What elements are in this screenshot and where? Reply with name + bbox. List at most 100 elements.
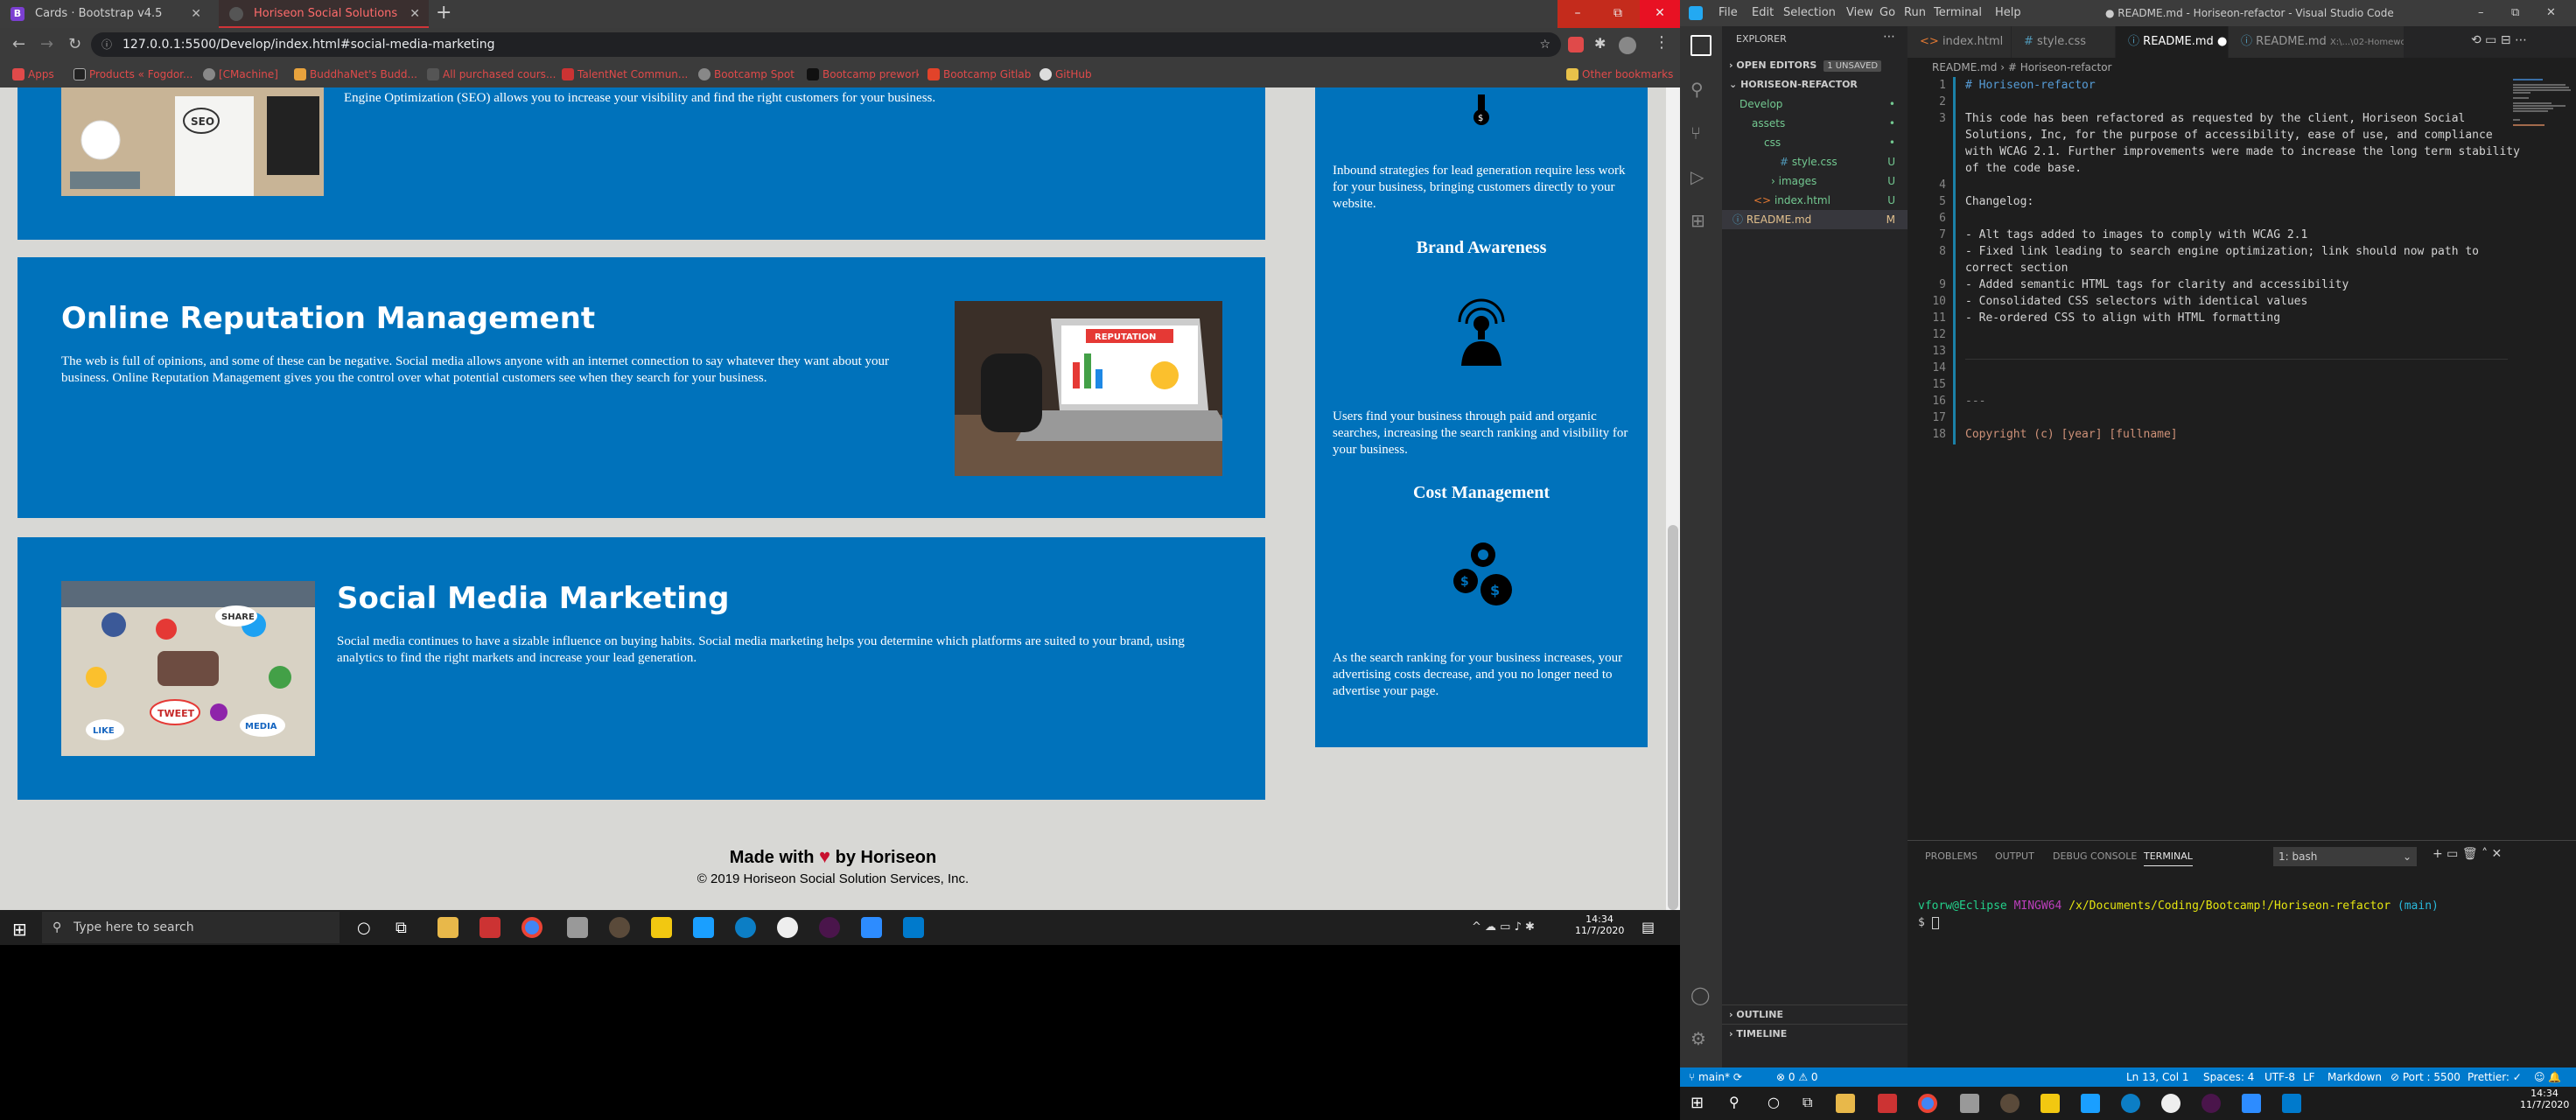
profile-avatar[interactable] <box>1619 37 1636 54</box>
close-tab-icon[interactable]: ✕ <box>410 0 420 26</box>
file-explorer-icon[interactable] <box>1836 1094 1855 1113</box>
tree-item-readme[interactable]: ⓘ README.md M <box>1722 210 1908 229</box>
breadcrumb[interactable]: README.md › # Horiseon-refactor <box>1908 58 2576 77</box>
search-icon[interactable]: ⚲ <box>1690 79 1712 100</box>
extensions-icon[interactable]: ⊞ <box>1690 210 1712 231</box>
vscode-close-button[interactable]: ✕ <box>2546 0 2556 26</box>
new-tab-button[interactable]: + <box>436 2 452 24</box>
panel-tab-terminal[interactable]: TERMINAL <box>2144 847 2193 866</box>
tab-readme-active[interactable]: ⓘ README.md ● <box>2116 26 2228 58</box>
status-cursor-position[interactable]: Ln 13, Col 1 <box>2126 1068 2189 1087</box>
code-editor[interactable]: # Horiseon-refactor This code has been r… <box>1965 77 2520 847</box>
bookmark-item[interactable]: GitHub <box>1038 61 1108 88</box>
tab-readme-homework[interactable]: ⓘ README.md X:\...\02-Homework <box>2229 26 2404 58</box>
address-bar[interactable]: ⓘ 127.0.0.1:5500/Develop/index.html#soci… <box>91 32 1561 57</box>
bookmark-item[interactable]: BuddhaNet's Budd... <box>292 61 424 88</box>
windows-start-icon[interactable]: ⊞ <box>12 919 27 940</box>
open-editors-header[interactable]: › OPEN EDITORS 1 UNSAVED <box>1722 56 1908 75</box>
steam-icon[interactable] <box>693 917 714 938</box>
cortana-icon[interactable]: ○ <box>357 919 371 937</box>
maximize-button[interactable]: ⧉ <box>1598 0 1638 28</box>
steam-icon[interactable] <box>2081 1094 2100 1113</box>
panel-tab-output[interactable]: OUTPUT <box>1995 847 2034 866</box>
explorer-icon[interactable] <box>1690 35 1712 56</box>
outline-header[interactable]: › OUTLINE <box>1722 1004 1908 1024</box>
bookmark-item[interactable]: Bootcamp Spot <box>696 61 802 88</box>
file-explorer-icon[interactable] <box>438 917 458 938</box>
taskbar-clock-secondary[interactable]: 14:34 11/7/2020 <box>2520 1088 2569 1110</box>
project-header[interactable]: ⌄ HORISEON-REFACTOR <box>1722 75 1908 94</box>
tree-item-assets[interactable]: assets • <box>1722 114 1908 133</box>
taskbar-app-icon[interactable] <box>609 917 630 938</box>
timeline-header[interactable]: › TIMELINE <box>1722 1024 1908 1043</box>
cortana-icon[interactable]: ○ <box>1768 1094 1780 1110</box>
status-problems[interactable]: ⊗ 0 ⚠ 0 <box>1776 1068 1818 1087</box>
tab-index-html[interactable]: <> index.html <box>1908 26 2011 58</box>
bookmark-item[interactable]: Bootcamp prework <box>805 61 919 88</box>
forward-icon[interactable]: → <box>40 35 53 53</box>
status-encoding[interactable]: UTF-8 <box>2264 1068 2295 1087</box>
vscode-restore-button[interactable]: ⧉ <box>2511 0 2519 26</box>
taskbar-search-box[interactable]: ⚲ Type here to search <box>42 912 340 943</box>
status-prettier[interactable]: Prettier: ✓ <box>2468 1068 2522 1087</box>
task-view-icon[interactable]: ⧉ <box>1802 1094 1812 1111</box>
vscode-taskbar-icon[interactable] <box>903 917 924 938</box>
minimap[interactable] <box>2510 77 2576 847</box>
bookmark-star-icon[interactable]: ☆ <box>1539 32 1550 57</box>
panel-tab-debug-console[interactable]: DEBUG CONSOLE <box>2053 847 2137 866</box>
bookmark-item[interactable]: All purchased cours... <box>425 61 556 88</box>
taskbar-app-icon[interactable] <box>2000 1094 2020 1113</box>
scrollbar-thumb[interactable] <box>1668 525 1678 910</box>
panel-tab-problems[interactable]: PROBLEMS <box>1925 847 1978 866</box>
back-icon[interactable]: ← <box>12 35 25 53</box>
menu-edit[interactable]: Edit <box>1752 0 1774 26</box>
close-window-button[interactable]: ✕ <box>1640 0 1680 28</box>
tree-item-develop[interactable]: Develop • <box>1722 94 1908 114</box>
extensions-puzzle-icon[interactable]: ✱ <box>1594 35 1606 52</box>
other-bookmarks[interactable]: Other bookmarks <box>1564 61 1678 88</box>
bookmark-item[interactable]: TalentNet Commun... <box>560 61 691 88</box>
chrome-menu-icon[interactable]: ⋮ <box>1654 33 1670 52</box>
source-control-icon[interactable]: ⑂ <box>1690 122 1712 144</box>
tree-item-images[interactable]: › images U <box>1722 172 1908 191</box>
slack-icon[interactable] <box>2202 1094 2221 1113</box>
task-view-icon[interactable]: ⧉ <box>396 919 407 937</box>
accounts-icon[interactable]: ◯ <box>1690 984 1712 1005</box>
vscode-minimize-button[interactable]: – <box>2478 0 2484 26</box>
status-language[interactable]: Markdown <box>2328 1068 2382 1087</box>
tab-bootstrap-cards[interactable]: B Cards · Bootstrap v4.5 ✕ <box>0 0 210 28</box>
status-indentation[interactable]: Spaces: 4 <box>2203 1068 2254 1087</box>
terminal-actions[interactable]: + ▭ 🗑 ˄ ✕ <box>2432 847 2502 861</box>
terminal-select[interactable]: 1: bash ⌄ <box>2273 847 2417 866</box>
menu-terminal[interactable]: Terminal <box>1934 0 1982 26</box>
edge-icon[interactable] <box>2121 1094 2140 1113</box>
xbox-icon[interactable] <box>777 917 798 938</box>
bookmark-apps[interactable]: Apps <box>10 61 63 88</box>
manage-gear-icon[interactable]: ⚙ <box>1690 1028 1712 1049</box>
menu-help[interactable]: Help <box>1995 0 2021 26</box>
taskbar-app-icon[interactable] <box>1960 1094 1979 1113</box>
windows-start-icon[interactable]: ⊞ <box>1690 1094 1704 1112</box>
xbox-icon[interactable] <box>2161 1094 2180 1113</box>
bookmark-item[interactable]: Bootcamp Gitlab <box>926 61 1034 88</box>
sticky-notes-icon[interactable] <box>651 917 672 938</box>
explorer-more-icon[interactable]: ⋯ <box>1883 30 1895 44</box>
bookmark-item[interactable]: [CMachine] <box>201 61 292 88</box>
notification-icon[interactable]: ▤ <box>1642 919 1655 935</box>
search-icon[interactable]: ⚲ <box>1729 1094 1740 1110</box>
tree-item-index-html[interactable]: <> index.html U <box>1722 191 1908 210</box>
chrome-taskbar-icon[interactable] <box>522 917 542 938</box>
taskbar-app-icon[interactable] <box>567 917 588 938</box>
vscode-taskbar-icon[interactable] <box>2282 1094 2301 1113</box>
status-live-server[interactable]: ⊘ Port : 5500 <box>2390 1068 2460 1087</box>
tree-item-style-css[interactable]: # style.css U <box>1722 152 1908 172</box>
close-tab-icon[interactable]: ✕ <box>191 0 201 28</box>
tab-style-css[interactable]: # style.css <box>2012 26 2115 58</box>
terminal-output[interactable]: vforw@Eclipse MINGW64 /x/Documents/Codin… <box>1918 898 2439 931</box>
menu-view[interactable]: View <box>1846 0 1873 26</box>
menu-selection[interactable]: Selection <box>1783 0 1836 26</box>
menu-run[interactable]: Run <box>1904 0 1926 26</box>
status-feedback-icons[interactable]: ☺ 🔔 <box>2534 1068 2561 1087</box>
menu-go[interactable]: Go <box>1880 0 1895 26</box>
minimize-button[interactable]: – <box>1558 0 1598 28</box>
